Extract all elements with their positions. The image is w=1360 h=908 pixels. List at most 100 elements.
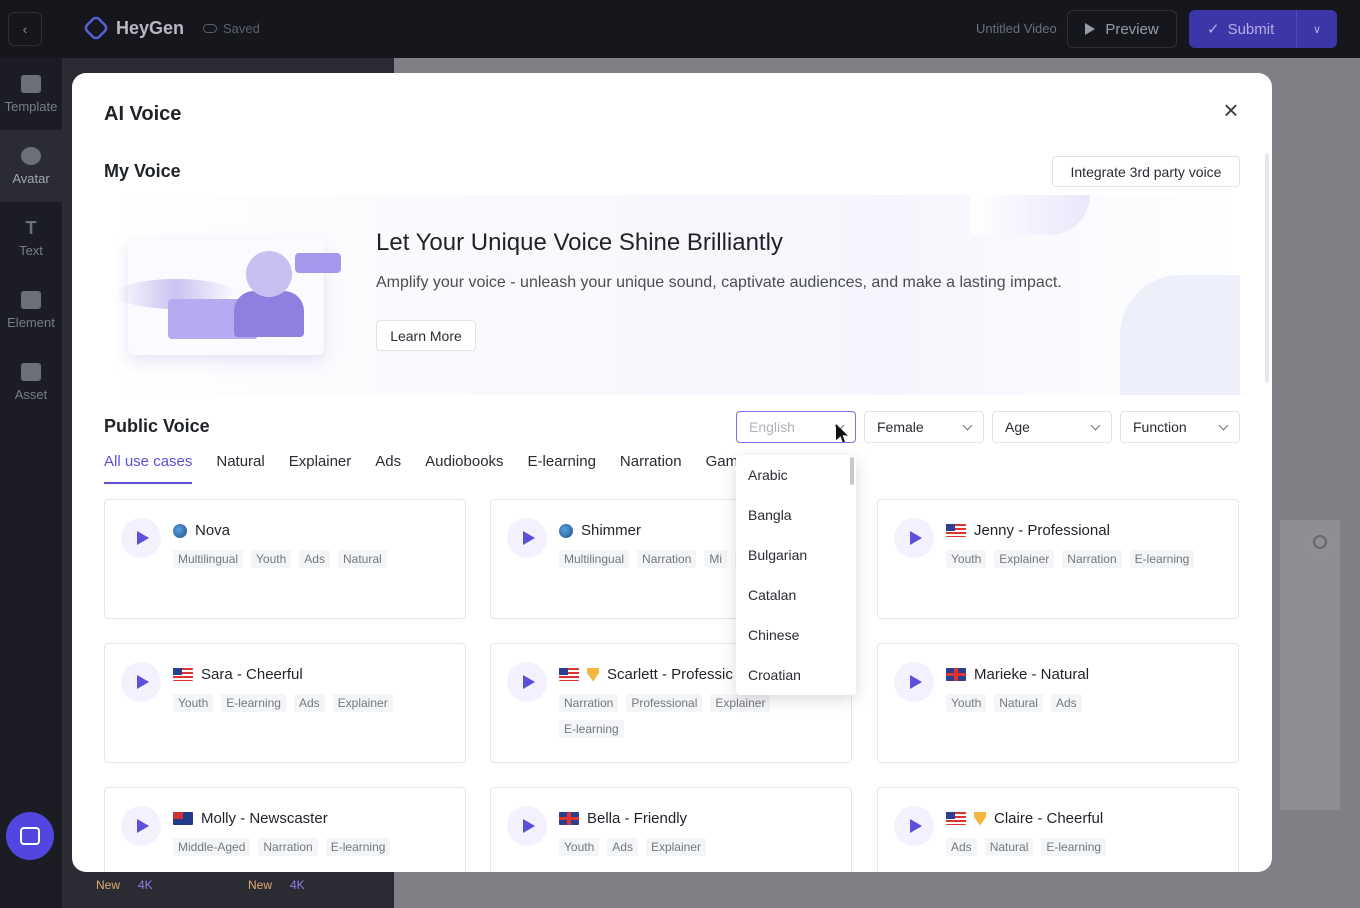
play-button[interactable] [894,662,934,702]
uk-flag-icon [559,812,579,825]
globe-icon [559,523,573,538]
voice-tags: Narration Professional Explainer E-learning [559,694,843,738]
voice-card[interactable]: Sara - Cheerful Youth E-learning Ads Explain… [104,643,466,763]
rail-label: Asset [14,386,48,402]
voice-card[interactable]: Nova Multilingual Youth Ads Natural [104,499,466,619]
play-button[interactable] [507,806,547,846]
gender-select[interactable]: Female [864,411,984,443]
voice-tag: Ads [293,694,325,712]
voice-tags: Youth E-learning Ads Explainer [173,694,457,712]
back-button[interactable]: ‹ [8,12,42,46]
brand-name: HeyGen [116,17,185,38]
language-option[interactable]: Arabic [736,455,856,495]
voice-tag: Explainer [645,838,706,856]
top-bar: ‹ HeyGen Saved Untitled Video Preview ✓ … [0,0,1360,58]
voice-card[interactable]: Jenny - Professional Youth Explainer Narrat… [877,499,1239,619]
voice-tag: Ads [1050,694,1082,712]
voice-tag: Explainer [994,550,1055,568]
rail-item-avatar[interactable]: Avatar [0,130,62,202]
asset-icon [21,362,41,381]
voice-tag: Multilingual [559,550,630,568]
dropdown-scrollbar[interactable] [850,457,854,485]
preview-button[interactable]: Preview [1067,10,1177,48]
avatar-icon [21,146,41,165]
function-select-value: Function [1133,419,1187,435]
language-option[interactable]: Bulgarian [736,535,856,575]
zoom-button[interactable] [1300,522,1340,562]
us-flag-icon [946,524,966,537]
chevron-down-icon[interactable]: ∨ [1297,23,1337,36]
play-icon [910,819,922,833]
rail-label: Template [4,98,58,114]
voice-tag: Youth [559,838,600,856]
voice-card[interactable]: Molly - Newscaster Middle-Aged Narration E-… [104,787,466,872]
tab-explainer[interactable]: Explainer [289,453,352,483]
language-option[interactable]: Croatian [736,655,856,695]
play-button[interactable] [121,662,161,702]
modal-scrollbar[interactable] [1265,153,1269,383]
language-option[interactable]: Catalan [736,575,856,615]
rail-label: Element [7,314,55,330]
close-icon[interactable]: × [1218,97,1244,124]
voice-tag: Natural [984,838,1034,856]
play-button[interactable] [121,518,161,558]
learn-more-button[interactable]: Learn More [376,320,476,351]
voice-header: Jenny - Professional [946,522,1110,539]
person-head-graphic [246,251,292,297]
rail-item-asset[interactable]: Asset [0,346,62,418]
chat-support-button[interactable] [6,812,54,860]
voice-name: Claire - Cheerful [994,810,1104,827]
voice-illustration [116,239,341,355]
voice-tags: Youth Explainer Narration E-learning [946,550,1230,568]
play-button[interactable] [507,518,547,558]
voice-name: Molly - Newscaster [201,810,328,827]
play-button[interactable] [507,662,547,702]
chat-bubble-graphic [295,253,341,273]
play-icon [137,531,149,545]
us-flag-icon [173,668,193,681]
language-option[interactable]: Chinese [736,615,856,655]
banner-title: Let Your Unique Voice Shine Brilliantly [376,229,783,256]
submit-button[interactable]: ✓ Submit ∨ [1189,10,1337,48]
tab-natural[interactable]: Natural [216,453,264,483]
save-status: Saved [203,21,260,36]
voice-name: Scarlett - Professic [607,666,733,683]
rail-item-template[interactable]: Template [0,58,62,130]
rail-item-element[interactable]: Element [0,274,62,346]
voice-tag: Multilingual [173,550,244,568]
integrate-voice-button[interactable]: Integrate 3rd party voice [1052,156,1240,187]
rail-item-text[interactable]: T Text [0,202,62,274]
voice-header: Molly - Newscaster [173,810,328,827]
my-voice-title: My Voice [104,161,181,181]
voice-header: Sara - Cheerful [173,666,303,683]
tab-gaming[interactable]: Gam [706,453,739,483]
play-button[interactable] [121,806,161,846]
voice-card[interactable]: Marieke - Natural Youth Natural Ads [877,643,1239,763]
play-icon [523,531,535,545]
voice-name: Nova [195,522,231,539]
banner-decoration [1120,275,1240,395]
voice-header: Marieke - Natural [946,666,1089,683]
cloud-icon [203,24,217,33]
play-button[interactable] [894,806,934,846]
age-select[interactable]: Age [992,411,1112,443]
tab-narration[interactable]: Narration [620,453,682,483]
banner-decoration [970,195,1090,235]
tab-ads[interactable]: Ads [375,453,401,483]
voice-tags: Ads Natural E-learning [946,838,1230,856]
tab-audiobooks[interactable]: Audiobooks [425,453,503,483]
public-voice-title: Public Voice [104,416,210,436]
function-select[interactable]: Function [1120,411,1240,443]
tab-all-use-cases[interactable]: All use cases [104,453,193,484]
voice-card[interactable]: Claire - Cheerful Ads Natural E-learning [877,787,1239,872]
voice-tag: E-learning [1041,838,1107,856]
play-button[interactable] [894,518,934,558]
voice-tag: Explainer [710,694,771,712]
voice-tag: Narration [559,694,619,712]
tab-e-learning[interactable]: E-learning [528,453,596,483]
video-title[interactable]: Untitled Video [976,21,1057,36]
rail-label: Avatar [12,170,50,186]
language-option[interactable]: Bangla [736,495,856,535]
voice-tag: Youth [173,694,214,712]
voice-card[interactable]: Bella - Friendly Youth Ads Explainer [490,787,852,872]
